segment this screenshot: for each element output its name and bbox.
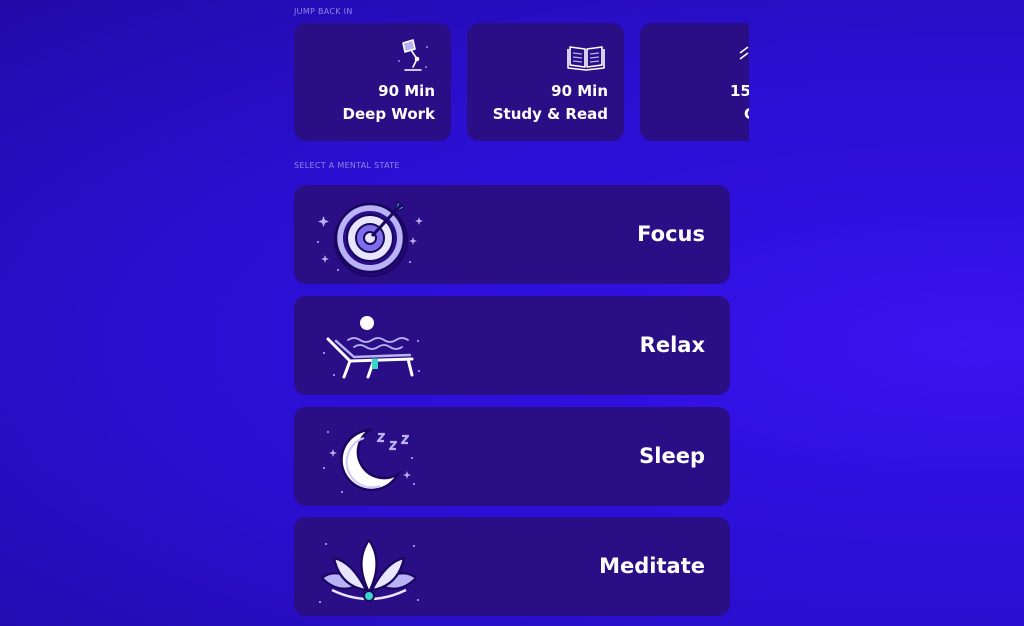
- jump-card-duration: 90 Min: [378, 82, 435, 100]
- target-icon: [317, 200, 423, 277]
- partial-icon: [739, 46, 749, 60]
- mental-state-label: Sleep: [639, 444, 705, 468]
- jump-back-in-carousel[interactable]: 90 Min Deep Work 90 Min Study & Read 15: [294, 23, 749, 141]
- jump-card-title: Study & Read: [492, 105, 608, 123]
- mental-state-label: Focus: [637, 222, 705, 246]
- moon-icon: [323, 428, 415, 493]
- open-book-icon: [567, 46, 605, 71]
- jump-card-title: Deep Work: [342, 105, 435, 123]
- mental-state-label: Relax: [639, 333, 705, 357]
- mental-state-focus[interactable]: Focus: [294, 185, 730, 284]
- jump-card-study-read[interactable]: 90 Min Study & Read: [467, 23, 624, 141]
- desk-lamp-icon: [398, 39, 428, 71]
- mental-state-sleep[interactable]: Sleep: [294, 407, 730, 506]
- jump-card-duration: 90 Min: [551, 82, 608, 100]
- jump-card-deep-work[interactable]: 90 Min Deep Work: [294, 23, 451, 141]
- mental-state-relax[interactable]: Relax: [294, 296, 730, 395]
- lotus-icon: [319, 538, 419, 603]
- jump-card-title: C: [744, 105, 749, 123]
- mental-state-meditate[interactable]: Meditate: [294, 517, 730, 616]
- jump-back-in-heading: JUMP BACK IN: [294, 7, 353, 16]
- mental-state-label: Meditate: [599, 554, 705, 578]
- jump-card-partial[interactable]: 15 C: [640, 23, 749, 141]
- lounge-chair-icon: [323, 316, 420, 379]
- select-mental-state-heading: SELECT A MENTAL STATE: [294, 161, 400, 170]
- jump-card-duration: 15: [730, 82, 749, 100]
